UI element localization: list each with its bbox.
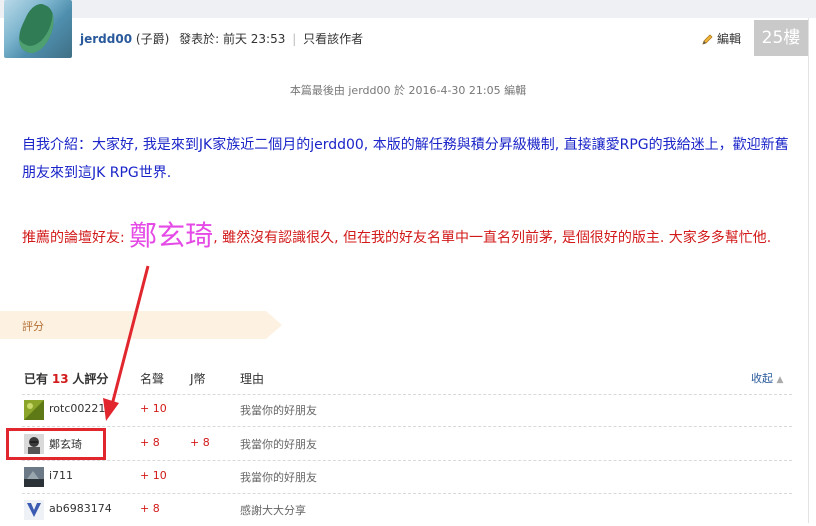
rating-tab: 評分 — [0, 311, 282, 339]
reputation-value: + 10 — [140, 402, 167, 415]
recommend-suffix: , 雖然沒有認識很久, 但在我的好友名單中一直名列前茅, 是個很好的版主. 大家… — [213, 230, 772, 246]
rating-tab-label: 評分 — [22, 320, 44, 333]
rating-row: i711 + 10 我當你的好朋友 — [0, 461, 808, 493]
posted-time: 發表於: 前天 23:53 — [179, 32, 286, 46]
top-bar — [0, 0, 816, 18]
recommend-prefix: 推薦的論壇好友: — [22, 230, 125, 246]
recommend-paragraph: 推薦的論壇好友: 鄭玄琦, 雖然沒有認識很久, 但在我的好友名單中一直名列前茅,… — [22, 220, 802, 254]
rater-name[interactable]: i711 — [49, 469, 73, 482]
rating-header-prefix: 已有 — [24, 372, 49, 386]
reputation-value: + 10 — [140, 469, 167, 482]
reason-text: 感謝大大分享 — [240, 504, 306, 517]
jcoin-value: + 8 — [190, 436, 210, 449]
edit-label: 編輯 — [717, 32, 742, 46]
only-author-link[interactable]: 只看該作者 — [303, 32, 363, 46]
post-header: jerdd00 (子爵) 發表於: 前天 23:53 | 只看該作者 — [80, 30, 363, 47]
reputation-value: + 8 — [140, 502, 160, 515]
user-avatar[interactable] — [24, 500, 44, 520]
rating-row: rotc00221 + 10 我當你的好朋友 — [0, 394, 808, 426]
rater-name[interactable]: ab6983174 — [49, 502, 112, 515]
reason-text: 我當你的好朋友 — [240, 404, 317, 417]
reason-text: 我當你的好朋友 — [240, 438, 317, 451]
col-reputation: 名聲 — [140, 372, 165, 386]
reason-text: 我當你的好朋友 — [240, 471, 317, 484]
rating-header-suffix: 人評分 — [72, 372, 109, 386]
divider — [22, 426, 792, 427]
author-rank: (子爵) — [135, 32, 170, 46]
rating-count-header: 已有 13 人評分 — [24, 370, 108, 387]
caret-up-icon: ▲ — [776, 375, 784, 385]
floor-number[interactable]: 25樓 — [754, 20, 808, 56]
col-jcoin: J幣 — [190, 372, 206, 386]
author-link[interactable]: jerdd00 — [80, 32, 132, 46]
highlight-box-annotation — [6, 428, 106, 460]
user-avatar[interactable] — [24, 400, 44, 420]
collapse-link[interactable]: 收起 ▲ — [751, 370, 783, 386]
rating-row: 鄭玄琦 + 8 + 8 我當你的好朋友 — [0, 428, 808, 460]
rating-count: 13 — [51, 372, 69, 386]
recommended-friend-name: 鄭玄琦 — [129, 219, 214, 252]
edit-button[interactable]: 編輯 — [702, 30, 741, 47]
intro-paragraph: 自我介紹：大家好, 我是來到JK家族近二個月的jerdd00, 本版的解任務與積… — [22, 137, 789, 181]
rating-row: ab6983174 + 8 感謝大大分享 — [0, 494, 808, 526]
author-avatar[interactable] — [4, 0, 72, 58]
collapse-label: 收起 — [751, 372, 773, 385]
rater-name[interactable]: rotc00221 — [49, 402, 105, 415]
divider: | — [292, 32, 297, 46]
user-avatar[interactable] — [24, 467, 44, 487]
last-edit-note: 本篇最後由 jerdd00 於 2016-4-30 21:05 編輯 — [289, 84, 527, 97]
col-reason: 理由 — [240, 372, 265, 386]
reputation-value: + 8 — [140, 436, 160, 449]
pencil-icon — [702, 33, 714, 45]
